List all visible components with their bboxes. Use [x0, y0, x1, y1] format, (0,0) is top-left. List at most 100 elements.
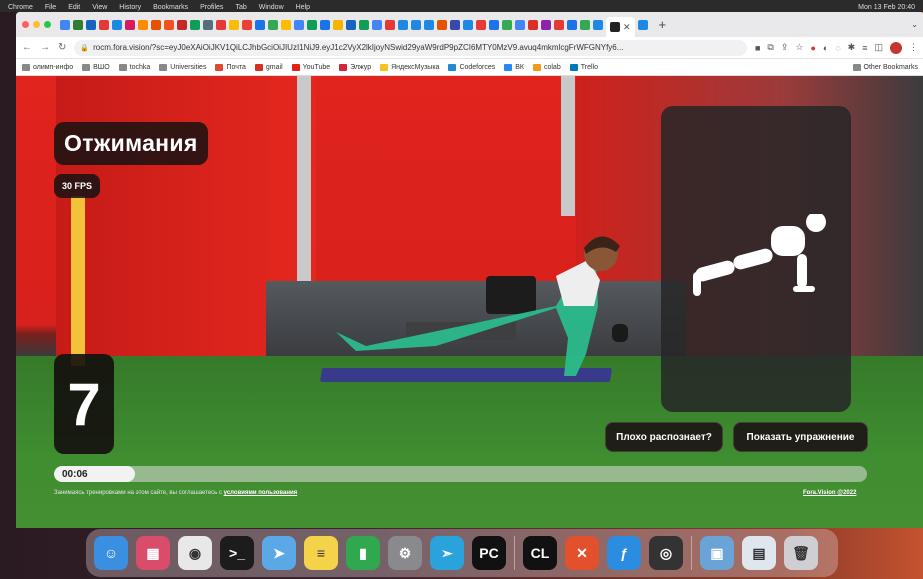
tab-favicon[interactable] [437, 19, 447, 30]
close-window-button[interactable] [22, 21, 29, 28]
tab-favicon[interactable] [372, 19, 382, 30]
tab-favicon[interactable] [307, 19, 317, 30]
menubar-item[interactable]: Bookmarks [153, 4, 188, 11]
menubar-item[interactable]: File [45, 4, 56, 11]
extension-icon[interactable]: ◌ [835, 43, 840, 53]
documents-icon[interactable]: ▤ [742, 536, 776, 570]
menubar-item[interactable]: Help [296, 4, 310, 11]
menubar-item[interactable]: Profiles [200, 4, 223, 11]
skiff-icon[interactable]: ƒ [607, 536, 641, 570]
tab-favicon[interactable] [242, 19, 252, 30]
tab-favicon[interactable] [190, 19, 200, 30]
tab-favicon[interactable] [203, 19, 213, 30]
terms-link[interactable]: условиями пользования [224, 490, 298, 496]
tab-favicon[interactable] [450, 19, 460, 30]
tab-favicon[interactable] [268, 19, 278, 30]
bookmark-item[interactable]: Элжур [339, 63, 371, 71]
maps-icon[interactable]: ➤ [262, 536, 296, 570]
tab-favicon[interactable] [489, 19, 499, 30]
bookmark-item[interactable]: tochka [118, 63, 150, 71]
tab-favicon[interactable] [86, 19, 96, 30]
tab-favicon[interactable] [385, 19, 395, 30]
tab-favicon[interactable] [229, 19, 239, 30]
bookmark-item[interactable]: Trello [569, 63, 598, 71]
tab-favicon[interactable] [281, 19, 291, 30]
numbers-icon[interactable]: ▮ [346, 536, 380, 570]
tab-favicon[interactable] [567, 19, 577, 30]
menubar-clock[interactable]: Mon 13 Feb 20:40 [858, 4, 915, 11]
preview-icon[interactable]: ▣ [700, 536, 734, 570]
close-icon[interactable]: ✕ [623, 22, 631, 33]
tab-favicon[interactable] [73, 19, 83, 30]
tab-favicon[interactable] [580, 19, 590, 30]
obs-icon[interactable]: ◎ [649, 536, 683, 570]
bookmark-item[interactable]: colab [532, 63, 561, 71]
telegram-icon[interactable]: ➣ [430, 536, 464, 570]
tab-favicon[interactable] [320, 19, 330, 30]
url-field[interactable]: 🔒 rocm.fora.vision/?sc=eyJ0eXAiOiJKV1QiL… [74, 39, 747, 56]
show-exercise-button[interactable]: Показать упражнение [733, 422, 868, 452]
tab-favicon[interactable] [515, 19, 525, 30]
chrome-icon[interactable]: ◉ [178, 536, 212, 570]
trash-icon[interactable]: 🗑 [784, 536, 818, 570]
zoom-window-button[interactable] [44, 21, 51, 28]
tab-favicon[interactable] [125, 19, 135, 30]
launchpad-icon[interactable]: ▦ [136, 536, 170, 570]
tab-active[interactable]: ✕ [606, 17, 635, 37]
tab-favicon[interactable] [398, 19, 408, 30]
extension-icon[interactable]: ◐ [823, 43, 828, 53]
menubar-item[interactable]: Edit [68, 4, 80, 11]
adblock-icon[interactable]: ● [810, 43, 815, 53]
menubar-item[interactable]: View [92, 4, 107, 11]
tab-favicon[interactable] [637, 19, 648, 30]
bookmark-item[interactable]: YouTube [291, 63, 330, 71]
other-bookmarks[interactable]: Other Bookmarks [852, 63, 918, 71]
bad-recognition-button[interactable]: Плохо распознает? [605, 422, 723, 452]
menubar-item[interactable]: History [119, 4, 141, 11]
avatar[interactable] [890, 41, 902, 54]
xmind-icon[interactable]: ✕ [565, 536, 599, 570]
back-arrow-icon[interactable]: ← [22, 42, 32, 53]
tab-favicon[interactable] [255, 19, 265, 30]
tab-favicon[interactable] [138, 19, 148, 30]
tab-favicon[interactable] [554, 19, 564, 30]
media-icon[interactable]: ≡ [862, 43, 867, 53]
notes-icon[interactable]: ≡ [304, 536, 338, 570]
bookmark-item[interactable]: Почта [215, 63, 246, 71]
tab-favicon[interactable] [294, 19, 304, 30]
tab-favicon[interactable] [411, 19, 421, 30]
tab-favicon[interactable] [541, 19, 551, 30]
tab-favicon[interactable] [112, 19, 122, 30]
menubar-app[interactable]: Chrome [8, 4, 33, 11]
pycharm-icon[interactable]: PC [472, 536, 506, 570]
tab-favicon[interactable] [359, 19, 369, 30]
terminal-icon[interactable]: >_ [220, 536, 254, 570]
new-tab-button[interactable]: + [659, 17, 667, 32]
translate-icon[interactable]: ⧉ [767, 42, 773, 53]
bookmark-star-icon[interactable]: ☆ [795, 42, 803, 53]
sidepanel-icon[interactable]: ◫ [874, 42, 883, 53]
bookmark-item[interactable]: ВШО [82, 63, 110, 71]
reload-icon[interactable]: ↻ [58, 42, 66, 53]
bookmark-item[interactable]: Universities [159, 63, 206, 71]
tab-favicon[interactable] [216, 19, 226, 30]
menubar-item[interactable]: Tab [235, 4, 246, 11]
bookmark-item[interactable]: олимп-инфо [22, 63, 73, 71]
workout-progress-bar[interactable] [54, 466, 867, 482]
brand-link[interactable]: Fora.Vision @2022 [803, 490, 856, 496]
tab-favicon[interactable] [502, 19, 512, 30]
share-icon[interactable]: ⇪ [781, 42, 789, 53]
system-preferences-icon[interactable]: ⚙ [388, 536, 422, 570]
minimize-window-button[interactable] [33, 21, 40, 28]
chevron-down-icon[interactable]: ⌄ [911, 20, 918, 29]
tab-favicon[interactable] [177, 19, 187, 30]
tab-favicon[interactable] [99, 19, 109, 30]
tab-favicon[interactable] [333, 19, 343, 30]
tab-favicon[interactable] [528, 19, 538, 30]
tab-favicon[interactable] [346, 19, 356, 30]
tab-favicon[interactable] [151, 19, 161, 30]
bookmark-item[interactable]: Codeforces [448, 63, 495, 71]
tab-favicon[interactable] [60, 19, 70, 30]
tab-favicon[interactable] [463, 19, 473, 30]
forward-arrow-icon[interactable]: → [40, 42, 50, 53]
